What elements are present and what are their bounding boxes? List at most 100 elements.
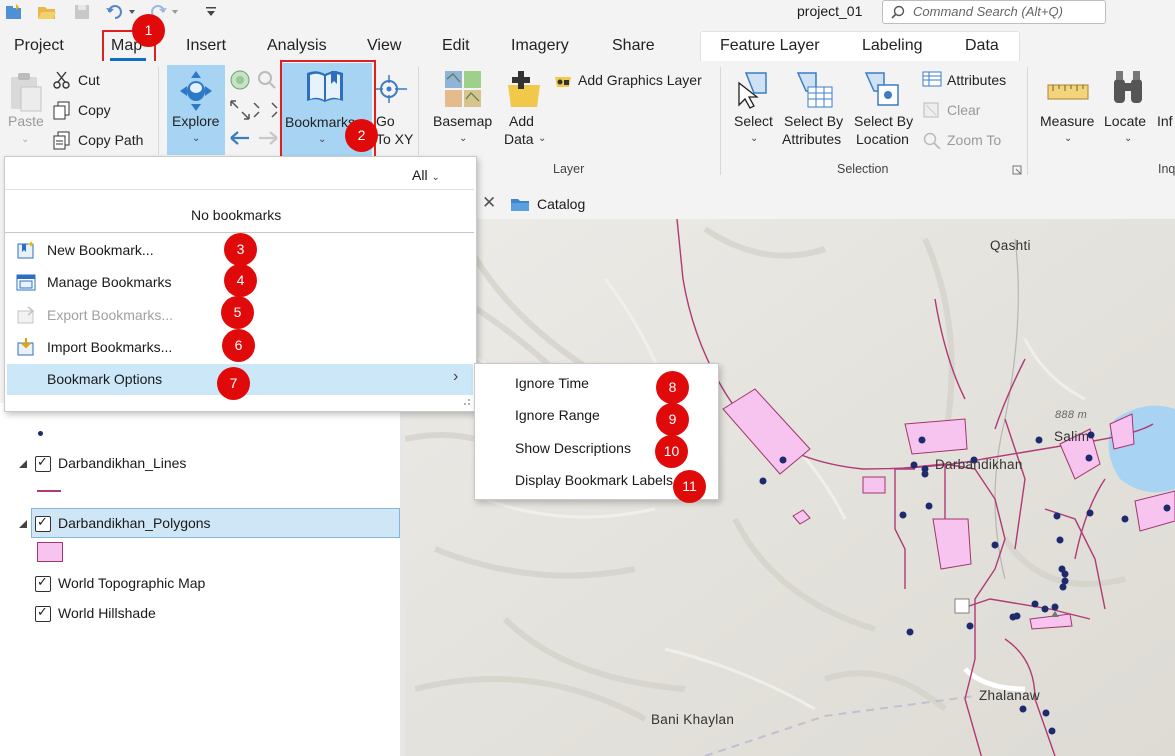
chevron-right-icon: › xyxy=(453,368,459,385)
basemap-icon xyxy=(445,71,481,107)
select-by-attributes-icon xyxy=(796,72,833,108)
submenu-display-bookmark-labels[interactable]: Display Bookmark Labels xyxy=(515,472,673,488)
go-to-xy-label-line2[interactable]: To XY xyxy=(376,131,413,147)
map-label-salim: Salim xyxy=(1054,429,1090,444)
attributes-button[interactable]: Attributes xyxy=(947,72,1006,88)
go-to-xy-label-line1[interactable]: Go xyxy=(376,113,395,129)
command-search-input[interactable]: Command Search (Alt+Q) xyxy=(882,0,1106,24)
menu-divider xyxy=(5,189,474,190)
select-by-attributes-line1[interactable]: Select By xyxy=(784,113,843,129)
step-badge-8: 8 xyxy=(656,371,689,404)
step-badge-11: 11 xyxy=(673,470,706,503)
customize-toolbar-icon[interactable] xyxy=(204,3,224,21)
tab-data[interactable]: Data xyxy=(965,37,999,55)
open-project-icon[interactable] xyxy=(37,3,57,21)
cut-button[interactable]: Cut xyxy=(78,72,100,88)
select-by-attributes-line2[interactable]: Attributes xyxy=(782,131,841,147)
go-to-xy-icon xyxy=(375,75,407,103)
save-project-icon[interactable] xyxy=(72,3,92,21)
no-bookmarks-text: No bookmarks xyxy=(191,207,282,223)
step-badge-7: 7 xyxy=(217,367,250,400)
step-badge-3: 3 xyxy=(224,233,257,266)
topographic-checkbox[interactable]: ✓ xyxy=(35,574,51,592)
command-search-placeholder: Command Search (Alt+Q) xyxy=(913,4,1063,19)
copy-path-icon xyxy=(53,131,70,150)
import-bookmarks-label: Import Bookmarks... xyxy=(47,339,173,355)
explore-button[interactable]: Explore ⌄ xyxy=(167,65,225,155)
full-extent-icon[interactable] xyxy=(229,69,251,91)
zoom-to-icon xyxy=(923,132,941,149)
cut-icon xyxy=(53,71,70,89)
zoom-to-button[interactable]: Zoom To xyxy=(947,132,1001,148)
layer-hillshade-label[interactable]: World Hillshade xyxy=(58,605,156,621)
add-data-dropdown-icon[interactable]: ⌄ xyxy=(538,133,546,144)
view-tab-bar: ✕ Catalog xyxy=(475,190,1175,220)
paste-dropdown-icon[interactable]: ⌄ xyxy=(21,134,29,145)
add-data-label-line2[interactable]: Data xyxy=(504,131,534,147)
previous-next-extent-icon[interactable] xyxy=(229,129,279,147)
new-bookmark-icon xyxy=(17,241,34,259)
catalog-tab[interactable]: Catalog xyxy=(537,196,585,212)
polygons-symbol xyxy=(37,542,63,562)
selection-options-launcher-icon[interactable] xyxy=(1012,165,1022,175)
tab-edit[interactable]: Edit xyxy=(442,37,470,55)
new-project-icon[interactable] xyxy=(4,3,24,21)
clear-button[interactable]: Clear xyxy=(947,102,980,118)
export-bookmarks-label: Export Bookmarks... xyxy=(47,307,174,323)
measure-button[interactable]: Measure xyxy=(1040,113,1094,129)
tab-feature-layer[interactable]: Feature Layer xyxy=(720,37,820,55)
expand-lines-icon[interactable] xyxy=(18,459,28,469)
fixed-zoom-icon[interactable] xyxy=(256,69,278,91)
tab-share[interactable]: Share xyxy=(612,37,655,55)
measure-icon xyxy=(1047,84,1089,100)
measure-dropdown-icon[interactable]: ⌄ xyxy=(1064,133,1072,144)
tab-view[interactable]: View xyxy=(367,37,401,55)
explore-label: Explore xyxy=(172,113,220,129)
polygons-checkbox[interactable]: ✓ xyxy=(35,514,51,532)
bookmarks-filter-dropdown[interactable]: All ⌄ xyxy=(412,167,440,183)
add-data-label-line1[interactable]: Add xyxy=(509,113,534,129)
locate-dropdown-icon[interactable]: ⌄ xyxy=(1124,133,1132,144)
zoom-extent-arrows-icon[interactable] xyxy=(229,99,279,121)
attributes-icon xyxy=(922,71,942,87)
hillshade-checkbox[interactable]: ✓ xyxy=(35,604,51,622)
separator xyxy=(720,67,721,175)
undo-icon[interactable] xyxy=(104,3,135,21)
resize-grip-icon[interactable] xyxy=(461,398,471,408)
tab-insert[interactable]: Insert xyxy=(186,37,226,55)
info-button[interactable]: Inf xyxy=(1157,113,1173,129)
add-graphics-layer-button[interactable]: Add Graphics Layer xyxy=(578,72,702,88)
basemap-button[interactable]: Basemap xyxy=(433,113,492,129)
tab-project[interactable]: Project xyxy=(14,37,64,55)
map-label-darbandikhan: Darbandikhan xyxy=(935,457,1023,472)
tab-imagery[interactable]: Imagery xyxy=(511,37,569,55)
pane-splitter[interactable] xyxy=(400,403,405,756)
submenu-ignore-time[interactable]: Ignore Time xyxy=(515,375,589,391)
expand-polygons-icon[interactable] xyxy=(18,519,28,529)
select-by-location-line1[interactable]: Select By xyxy=(854,113,913,129)
close-tab-icon[interactable]: ✕ xyxy=(482,193,496,213)
submenu-ignore-range[interactable]: Ignore Range xyxy=(515,407,600,423)
layer-topographic-label[interactable]: World Topographic Map xyxy=(58,575,205,591)
locate-icon xyxy=(1114,71,1142,103)
tab-labeling[interactable]: Labeling xyxy=(862,37,923,55)
copy-button[interactable]: Copy xyxy=(78,102,111,118)
paste-button[interactable]: Paste xyxy=(8,113,44,129)
lines-checkbox[interactable]: ✓ xyxy=(35,454,51,472)
layer-group-label: Layer xyxy=(553,162,585,176)
tab-analysis[interactable]: Analysis xyxy=(267,37,327,55)
submenu-show-descriptions[interactable]: Show Descriptions xyxy=(515,440,631,456)
explore-icon xyxy=(180,71,212,111)
lines-symbol xyxy=(37,490,61,492)
layer-lines-label[interactable]: Darbandikhan_Lines xyxy=(58,455,186,471)
layer-polygons-label: Darbandikhan_Polygons xyxy=(58,515,211,531)
select-button[interactable]: Select xyxy=(734,113,773,129)
locate-button[interactable]: Locate xyxy=(1104,113,1146,129)
basemap-dropdown-icon[interactable]: ⌄ xyxy=(459,133,467,144)
select-by-location-icon xyxy=(864,72,899,106)
export-bookmarks-icon xyxy=(17,306,35,324)
manage-bookmarks-label: Manage Bookmarks xyxy=(47,274,172,290)
select-dropdown-icon[interactable]: ⌄ xyxy=(750,133,758,144)
select-by-location-line2[interactable]: Location xyxy=(856,131,909,147)
copy-path-button[interactable]: Copy Path xyxy=(78,132,143,148)
